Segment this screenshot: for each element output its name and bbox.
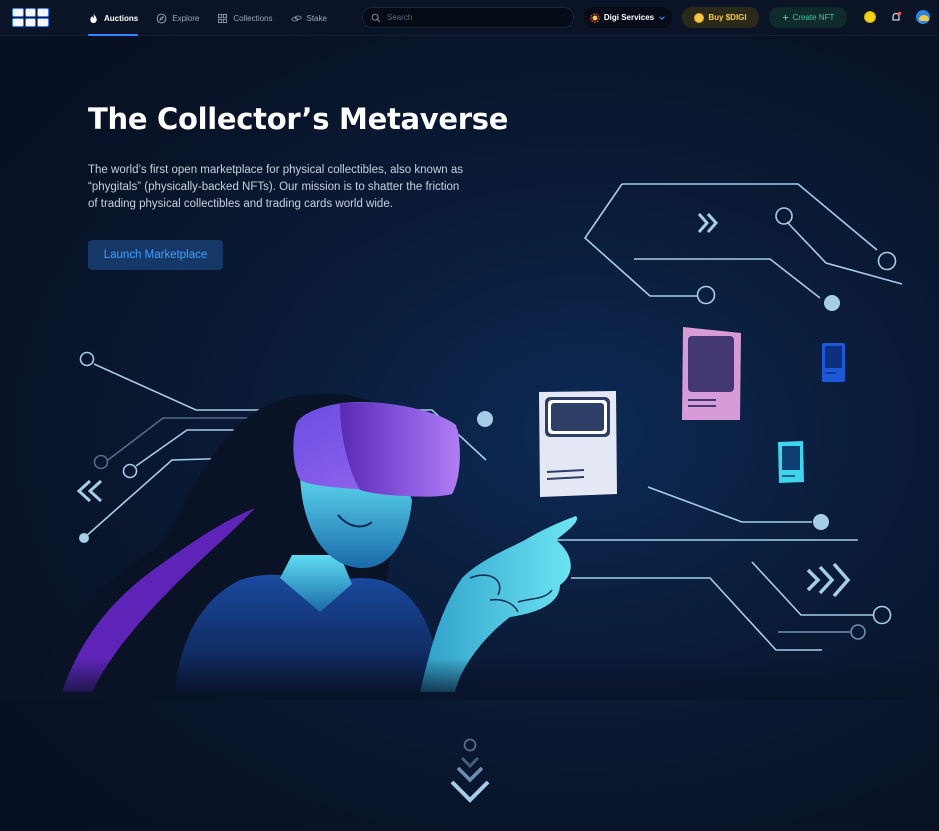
scroll-down-indicator[interactable] bbox=[446, 736, 494, 808]
notification-icon[interactable] bbox=[890, 11, 902, 23]
digi-services-dropdown[interactable]: Digi Services bbox=[584, 7, 672, 28]
plus-icon bbox=[782, 14, 788, 21]
nav-item-explore[interactable]: Explore bbox=[156, 0, 199, 36]
circuit-lines-right bbox=[548, 486, 892, 651]
main-nav: Auctions Explore Collections Stake bbox=[88, 0, 345, 36]
nav-label: Collections bbox=[233, 13, 273, 23]
logo-tile bbox=[12, 18, 24, 27]
logo-tile bbox=[24, 18, 37, 27]
circuit-node bbox=[813, 514, 829, 530]
nav-label: Explore bbox=[172, 13, 200, 23]
double-chevron-left-icon bbox=[76, 479, 103, 503]
digi-coin-icon bbox=[694, 12, 705, 23]
collectible-card-white bbox=[539, 391, 617, 497]
profile-avatar[interactable] bbox=[916, 10, 930, 24]
scroll-dot-icon bbox=[463, 738, 477, 752]
logo-tile bbox=[12, 8, 24, 17]
search-icon bbox=[371, 13, 381, 22]
triple-chevron-right-icon bbox=[806, 562, 851, 598]
services-label: Digi Services bbox=[603, 13, 655, 22]
grid-icon bbox=[218, 13, 228, 23]
search-input[interactable] bbox=[387, 13, 567, 22]
collectible-card-pink bbox=[682, 327, 741, 420]
nav-label: Auctions bbox=[104, 13, 139, 23]
compass-icon bbox=[156, 13, 167, 23]
circuit-node bbox=[477, 411, 493, 427]
search-bar[interactable] bbox=[362, 7, 574, 28]
logo-tile bbox=[24, 8, 37, 17]
hero-description: The world’s first open marketplace for p… bbox=[88, 164, 463, 210]
circuit-node bbox=[79, 533, 89, 543]
circuit-node bbox=[824, 295, 840, 311]
header-actions bbox=[864, 10, 930, 24]
circuit-lines-top bbox=[583, 183, 903, 305]
buy-label: Buy $DIGI bbox=[708, 13, 747, 22]
nav-item-collections[interactable]: Collections bbox=[217, 0, 273, 36]
create-nft-button[interactable]: Create NFT bbox=[769, 7, 847, 28]
double-chevron-right-icon bbox=[697, 213, 719, 233]
collectible-card-blue bbox=[822, 343, 845, 382]
logo-tile bbox=[37, 18, 49, 27]
digi-logo[interactable] bbox=[12, 8, 49, 27]
collectible-card-cyan bbox=[778, 441, 804, 483]
stack-icon bbox=[290, 15, 302, 21]
top-navigation-bar: Auctions Explore Collections Stake Digi … bbox=[0, 0, 939, 36]
buy-digi-button[interactable]: Buy $DIGI bbox=[682, 7, 759, 28]
wallet-coin-icon[interactable] bbox=[864, 11, 876, 23]
chevron-down-icon bbox=[450, 756, 490, 803]
nav-label: Stake bbox=[306, 13, 327, 23]
logo-tile bbox=[37, 8, 49, 17]
launch-marketplace-button[interactable]: Launch Marketplace bbox=[88, 240, 223, 270]
hero-title: The Collector’s Metaverse bbox=[88, 102, 509, 136]
nav-item-stake[interactable]: Stake bbox=[290, 0, 327, 36]
create-label: Create NFT bbox=[792, 13, 835, 22]
flame-icon bbox=[90, 13, 97, 23]
services-icon bbox=[590, 12, 600, 23]
chevron-down-icon bbox=[659, 15, 665, 20]
circuit-lines-left bbox=[79, 351, 487, 539]
vr-person-figure bbox=[38, 393, 578, 692]
nav-item-auctions[interactable]: Auctions bbox=[88, 0, 139, 36]
illustration-fade bbox=[0, 560, 939, 700]
